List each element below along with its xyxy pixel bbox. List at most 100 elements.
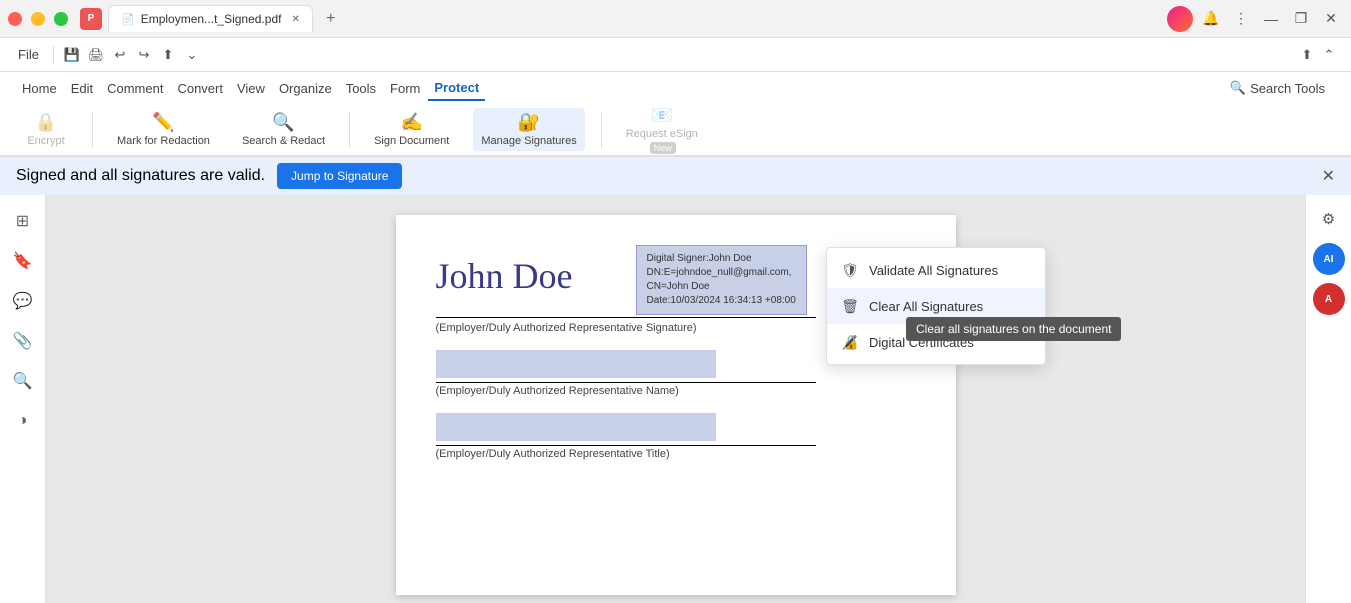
jump-to-signature-btn[interactable]: Jump to Signature — [277, 163, 402, 189]
tab-close-btn[interactable]: ✕ — [291, 14, 299, 25]
browser-menu-icon[interactable]: ⋮ — [1229, 7, 1253, 31]
ribbon-divider-1 — [92, 112, 93, 148]
browser-restore-icon[interactable]: ❐ — [1289, 7, 1313, 31]
rep-title-block: (Employer/Duly Authorized Representative… — [436, 413, 916, 460]
browser-close-win-icon[interactable]: ✕ — [1319, 7, 1343, 31]
validate-all-label: Validate All Signatures — [869, 263, 998, 278]
collapse-icon[interactable]: ⌃ — [1319, 45, 1339, 65]
notifications-icon[interactable]: 🔔 — [1199, 7, 1223, 31]
sidebar-comment-icon[interactable]: 💬 — [5, 283, 41, 319]
browser-controls: 🔔 ⋮ — ❐ ✕ — [1167, 6, 1343, 32]
right-sidebar: ⚙ AI A — [1305, 195, 1351, 603]
pdf-area: John Doe Digital Signer:John Doe DN:E=jo… — [46, 195, 1305, 603]
more-icon[interactable]: ⌄ — [182, 45, 202, 65]
sign-document-label: Sign Document — [374, 135, 449, 147]
left-sidebar: ⊞ 🔖 💬 📎 🔍 ◑ — [0, 195, 46, 603]
tab-icon: 📄 — [121, 13, 135, 26]
signature-line — [436, 317, 816, 318]
sidebar-search-icon[interactable]: 🔍 — [5, 363, 41, 399]
encrypt-btn[interactable]: 🔒 Encrypt — [16, 108, 76, 151]
upload-area: ⬆ ⌃ — [1297, 45, 1339, 65]
validate-icon: 🛡 — [841, 261, 859, 279]
sidebar-attach-icon[interactable]: 📎 — [5, 323, 41, 359]
cert-icon: 🔏 — [841, 333, 859, 351]
sidebar-layers-icon[interactable]: ◑ — [5, 403, 41, 439]
redo-icon[interactable]: ↪ — [134, 45, 154, 65]
manage-signatures-dropdown: 🛡 Validate All Signatures 🗑 Clear All Si… — [826, 247, 1046, 365]
search-redact-label: Search & Redact — [242, 135, 325, 147]
form-menu[interactable]: Form — [384, 77, 426, 100]
rep-name-field — [436, 350, 716, 378]
new-badge: New — [650, 142, 676, 154]
ai-label: AI — [1324, 254, 1334, 265]
print-icon[interactable]: 🖨 — [86, 45, 106, 65]
edit-menu[interactable]: Edit — [65, 77, 99, 100]
app-toolbar: File 💾 🖨 ↩ ↪ ⬆ ⌄ ⬆ ⌃ — [0, 38, 1351, 72]
browser-close-btn[interactable] — [8, 12, 22, 26]
as-label: A — [1325, 294, 1332, 305]
encrypt-icon: 🔒 — [35, 112, 57, 133]
profile-icon[interactable] — [1167, 6, 1193, 32]
search-redact-btn[interactable]: 🔍 Search & Redact — [234, 108, 333, 151]
sign-document-btn[interactable]: ✍️ Sign Document — [366, 108, 457, 151]
clear-sigs-tooltip: Clear all signatures on the document — [906, 317, 1121, 341]
sig-info-line4: Date:10/03/2024 16:34:13 +08:00 — [647, 294, 796, 308]
sig-info-popup: Digital Signer:John Doe DN:E=johndoe_nul… — [636, 245, 807, 315]
tools-menu[interactable]: Tools — [340, 77, 382, 100]
mark-redaction-label: Mark for Redaction — [117, 135, 210, 147]
tab-bar: P 📄 Employmen...t_Signed.pdf ✕ + — [80, 5, 1167, 32]
esign-icon: 📧 — [651, 105, 673, 126]
sign-icon: ✍️ — [400, 112, 422, 133]
request-esign-btn[interactable]: 📧 Request eSign New — [618, 101, 706, 158]
comment-menu[interactable]: Comment — [101, 77, 169, 100]
tab-title: Employmen...t_Signed.pdf — [141, 12, 282, 26]
menu-ribbon: Home Edit Comment Convert View Organize … — [0, 72, 1351, 157]
sig-info-line3: CN=John Doe — [647, 280, 796, 294]
app-logo: P — [80, 8, 102, 30]
redaction-icon: ✏️ — [152, 112, 174, 133]
ribbon-divider-2 — [349, 112, 350, 148]
search-tools-label: Search Tools — [1250, 81, 1325, 96]
manage-signatures-btn[interactable]: 🔐 Manage Signatures — [473, 108, 584, 151]
notification-close-btn[interactable]: ✕ — [1322, 166, 1335, 186]
sig-info-line2: DN:E=johndoe_null@gmail.com, — [647, 266, 796, 280]
undo-icon[interactable]: ↩ — [110, 45, 130, 65]
ribbon-divider-3 — [601, 112, 602, 148]
tooltip-text: Clear all signatures on the document — [916, 322, 1111, 336]
browser-minimize-btn[interactable] — [31, 12, 45, 26]
rep-name-line — [436, 382, 816, 383]
ribbon: 🔒 Encrypt ✏️ Mark for Redaction 🔍 Search… — [0, 104, 1351, 156]
right-settings-icon[interactable]: ⚙ — [1313, 203, 1345, 235]
browser-chrome: P 📄 Employmen...t_Signed.pdf ✕ + 🔔 ⋮ — ❐… — [0, 0, 1351, 38]
sidebar-bookmark-icon[interactable]: 🔖 — [5, 243, 41, 279]
share-icon[interactable]: ⬆ — [158, 45, 178, 65]
browser-minimize-win-icon[interactable]: — — [1259, 7, 1283, 31]
as-icon[interactable]: A — [1313, 283, 1345, 315]
validate-all-sigs-item[interactable]: 🛡 Validate All Signatures — [827, 252, 1045, 288]
sidebar-thumbnail-icon[interactable]: ⊞ — [5, 203, 41, 239]
encrypt-label: Encrypt — [27, 135, 64, 147]
organize-menu[interactable]: Organize — [273, 77, 338, 100]
clear-all-label: Clear All Signatures — [869, 299, 983, 314]
upload-icon[interactable]: ⬆ — [1297, 45, 1317, 65]
ai-assistant-icon[interactable]: AI — [1313, 243, 1345, 275]
sig-info-line1: Digital Signer:John Doe — [647, 252, 796, 266]
search-redact-icon: 🔍 — [272, 112, 294, 133]
toolbar-divider-1 — [53, 46, 54, 64]
signature-text: John Doe — [436, 255, 573, 297]
search-tools-btn[interactable]: 🔍 Search Tools — [1220, 76, 1335, 100]
active-tab[interactable]: 📄 Employmen...t_Signed.pdf ✕ — [108, 5, 313, 32]
manage-signatures-label: Manage Signatures — [481, 135, 576, 147]
search-tools-area: 🔍 Search Tools — [1220, 76, 1335, 100]
main-area: ⊞ 🔖 💬 📎 🔍 ◑ John Doe Digital Signer:John… — [0, 195, 1351, 603]
save-icon[interactable]: 💾 — [62, 45, 82, 65]
home-menu[interactable]: Home — [16, 77, 63, 100]
view-menu[interactable]: View — [231, 77, 271, 100]
convert-menu[interactable]: Convert — [171, 77, 229, 100]
file-menu[interactable]: File — [12, 43, 45, 66]
manage-sig-icon: 🔐 — [518, 112, 540, 133]
browser-maximize-btn[interactable] — [54, 12, 68, 26]
protect-menu[interactable]: Protect — [428, 76, 485, 101]
mark-redaction-btn[interactable]: ✏️ Mark for Redaction — [109, 108, 218, 151]
new-tab-btn[interactable]: + — [319, 7, 343, 31]
